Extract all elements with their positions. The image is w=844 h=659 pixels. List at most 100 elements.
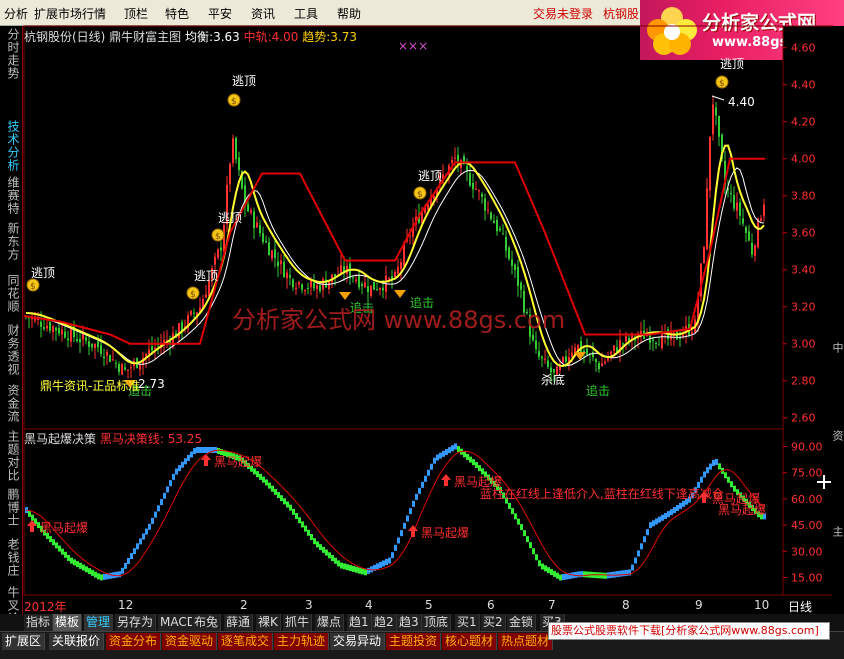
candle-body — [298, 281, 300, 285]
candle-body — [604, 361, 606, 364]
tab-qu3[interactable]: 趋3 — [397, 614, 422, 631]
stock-chart[interactable]: 4.60 4.40 4.20 4.00 3.80 3.60 3.40 3.20 3.00 2.80… — [0, 0, 844, 658]
nav-weisaite[interactable]: 维赛特 — [2, 176, 20, 215]
escape-top-label: 逃顶 — [720, 57, 744, 71]
candle-body — [205, 294, 207, 298]
candle-body — [397, 267, 399, 274]
indicator-bar — [316, 541, 319, 548]
avg-label: 均衡: — [185, 30, 214, 44]
btab-related-quotes[interactable]: 关联报价 — [49, 633, 105, 650]
indicator-bar — [715, 458, 718, 465]
indicator-bar — [307, 529, 310, 536]
right-nav-zi[interactable]: 资 — [831, 430, 844, 441]
indicator-bar — [61, 548, 64, 555]
avg-line — [25, 167, 765, 367]
nav-theme-compare[interactable]: 主题对比 — [2, 430, 20, 482]
tab-xuetong[interactable]: 薛通 — [224, 614, 254, 631]
indicator-bar — [631, 564, 634, 571]
candle-body — [706, 188, 708, 249]
candle-body — [553, 369, 555, 373]
tab-manage[interactable]: 管理 — [84, 614, 114, 631]
nav-technical[interactable]: 技术分析 — [2, 120, 20, 172]
candle-body — [370, 285, 372, 296]
candle-body — [103, 356, 105, 359]
btab-trade-anomaly[interactable]: 交易异动 — [330, 633, 386, 650]
candle-body — [484, 198, 486, 211]
right-nav-zhong[interactable]: 中 — [831, 342, 844, 353]
indicator-bar — [157, 505, 160, 512]
candle-body — [256, 222, 258, 228]
btab-theme-invest[interactable]: 主题投资 — [386, 633, 442, 650]
nav-intraday[interactable]: 分时走势 — [2, 28, 20, 80]
right-nav-zhu[interactable]: 主 — [831, 526, 844, 537]
indicator-bar — [58, 545, 61, 552]
signal-label: 黑马起爆 — [214, 455, 262, 469]
indicator-bar — [448, 447, 451, 454]
candle-body — [532, 334, 534, 341]
indicator-bar — [313, 538, 316, 545]
indicator-bar — [532, 548, 535, 555]
candle-body — [652, 339, 654, 341]
indicator-bar — [454, 443, 457, 450]
candle-body — [514, 264, 516, 270]
kill-bottom-label: 杀底 — [541, 372, 565, 387]
tab-zhuaniu[interactable]: 抓牛 — [283, 614, 313, 631]
indicator-bar — [562, 574, 565, 581]
nav-tonghuashun[interactable]: 同花顺 — [2, 274, 20, 313]
tab-buy2[interactable]: 买2 — [481, 614, 506, 631]
btab-extended[interactable]: 扩展区 — [2, 633, 46, 650]
tab-indicator[interactable]: 指标 — [24, 614, 54, 631]
tab-butu[interactable]: 布兔 — [192, 614, 222, 631]
download-ad-banner[interactable]: 股票公式股票软件下载[分析家公式网www.88gs.com] — [548, 622, 830, 640]
candle-body — [538, 351, 540, 357]
candle-body — [49, 322, 51, 331]
indicator-bar — [289, 504, 292, 511]
btab-tick-trades[interactable]: 逐笔成交 — [218, 633, 274, 650]
tab-buy1[interactable]: 买1 — [455, 614, 480, 631]
candle-body — [400, 262, 402, 270]
indicator-bar — [301, 521, 304, 528]
indicator-bar — [49, 536, 52, 543]
axis-month-6: 6 — [487, 598, 495, 612]
candle-body — [139, 363, 141, 370]
money-bag-icon-glyph: $ — [215, 232, 221, 242]
nav-pengboshi[interactable]: 鹏博士 — [2, 488, 20, 527]
candle-body — [247, 204, 249, 212]
indicator-bar — [379, 561, 382, 568]
candle-body — [373, 281, 375, 290]
period-label[interactable]: 日线 — [788, 598, 812, 615]
signal-marks: ××× — [398, 39, 429, 53]
btab-hot-theme[interactable]: 热点题材 — [498, 633, 554, 650]
tab-dingdi[interactable]: 顶底 — [422, 614, 452, 631]
candle-body — [379, 288, 381, 290]
nav-finance[interactable]: 财务透视 — [2, 324, 20, 376]
indicator-bar — [649, 522, 652, 529]
candle-body — [682, 334, 684, 337]
nav-capital-flow[interactable]: 资金流 — [2, 384, 20, 423]
tab-jinsuo[interactable]: 金锁 — [507, 614, 537, 631]
btab-core-theme[interactable]: 核心题材 — [442, 633, 498, 650]
indicator-bar — [643, 536, 646, 543]
tab-qu2[interactable]: 趋2 — [372, 614, 397, 631]
indicator-bar — [364, 569, 367, 576]
indicator-bar — [70, 557, 73, 564]
btab-fund-driven[interactable]: 资金驱动 — [162, 633, 218, 650]
candle-body — [517, 266, 519, 287]
tab-baodian[interactable]: 爆点 — [315, 614, 345, 631]
indicator-bar — [550, 569, 553, 576]
tab-save-as[interactable]: 另存为 — [115, 614, 157, 631]
nav-xindongfang[interactable]: 新东方 — [2, 222, 20, 261]
indicator-bar — [163, 492, 166, 499]
tab-qu1[interactable]: 趋1 — [347, 614, 372, 631]
candle-body — [625, 336, 627, 342]
indicator-bar — [388, 557, 391, 564]
money-bag-icon-glyph: $ — [719, 79, 725, 89]
indicator-bar — [682, 500, 685, 507]
btab-main-track[interactable]: 主力轨迹 — [274, 633, 330, 650]
nav-laoqianzhuang[interactable]: 老钱庄 — [2, 538, 20, 577]
indicator-bar — [97, 573, 100, 580]
btab-fund-distribution[interactable]: 资金分布 — [106, 633, 162, 650]
tab-template[interactable]: 模板 — [53, 614, 83, 631]
candle-body — [352, 277, 354, 279]
tab-luok[interactable]: 裸K — [256, 614, 281, 631]
